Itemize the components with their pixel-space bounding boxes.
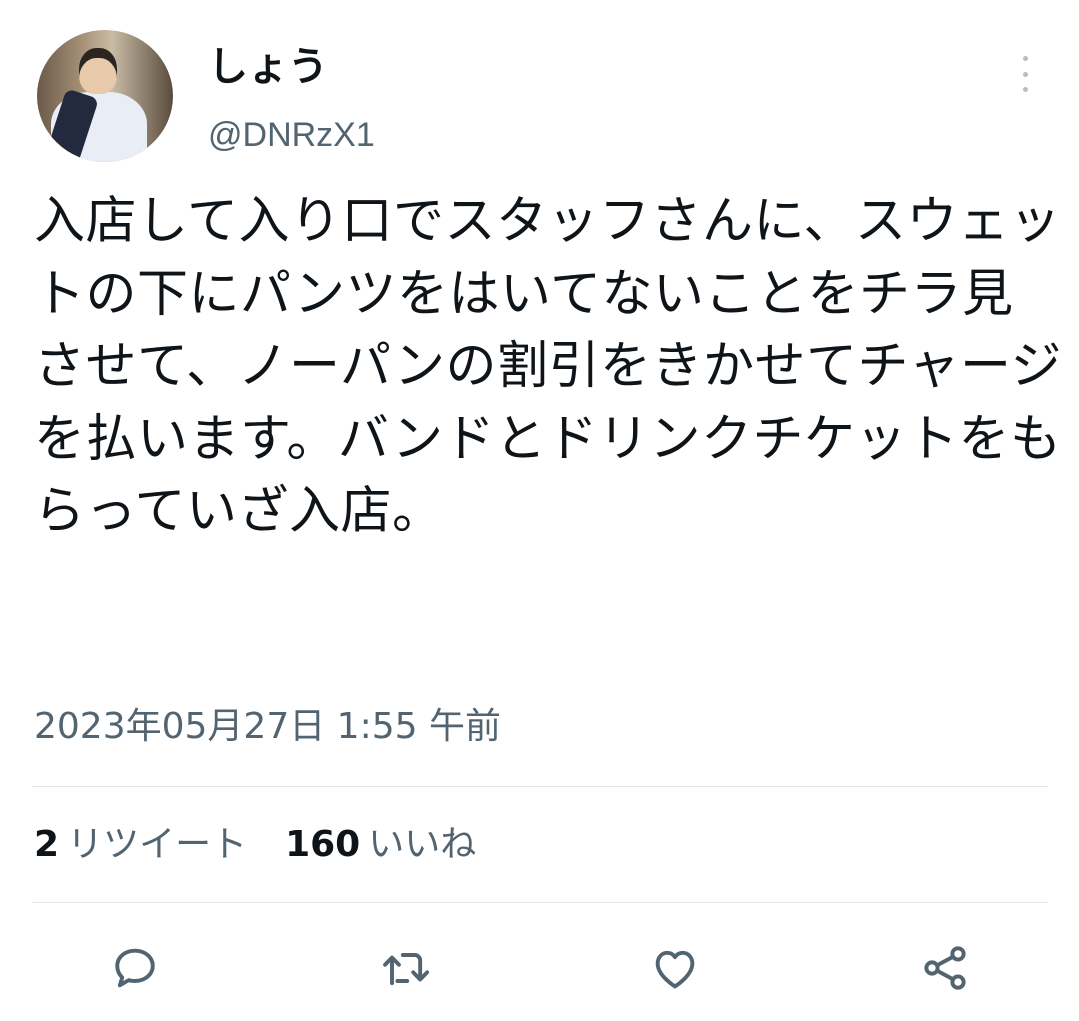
engagement-stats: 2 リツイート 160 いいね	[34, 818, 476, 872]
more-dot	[1022, 56, 1028, 61]
avatar[interactable]	[37, 30, 173, 162]
divider	[32, 786, 1048, 787]
avatar-photo-head	[79, 48, 117, 94]
tweet-timestamp[interactable]: 2023年05月27日 1:55 午前	[34, 700, 501, 754]
divider	[32, 902, 1048, 903]
display-name[interactable]: しょう	[208, 40, 328, 94]
action-bar	[0, 938, 1079, 998]
reply-icon[interactable]	[105, 938, 165, 998]
tweet-text: 入店して入り口でスタッフさんに、スウェットの下にパンツをはいてないことをチラ見さ…	[34, 192, 1062, 541]
more-options-icon[interactable]	[1010, 52, 1040, 96]
like-stat[interactable]: 160 いいね	[285, 818, 476, 872]
share-icon[interactable]	[915, 938, 975, 998]
retweet-icon[interactable]	[375, 938, 435, 998]
heart-icon[interactable]	[645, 938, 705, 998]
like-count: 160	[285, 824, 361, 865]
like-label: いいね	[368, 824, 477, 865]
retweet-label: リツイート	[67, 824, 248, 865]
retweet-stat[interactable]: 2 リツイート	[34, 818, 247, 872]
retweet-count: 2	[34, 824, 60, 865]
user-handle[interactable]: @DNRzX1	[208, 112, 375, 158]
more-dot	[1022, 87, 1028, 92]
more-dot	[1022, 71, 1028, 77]
